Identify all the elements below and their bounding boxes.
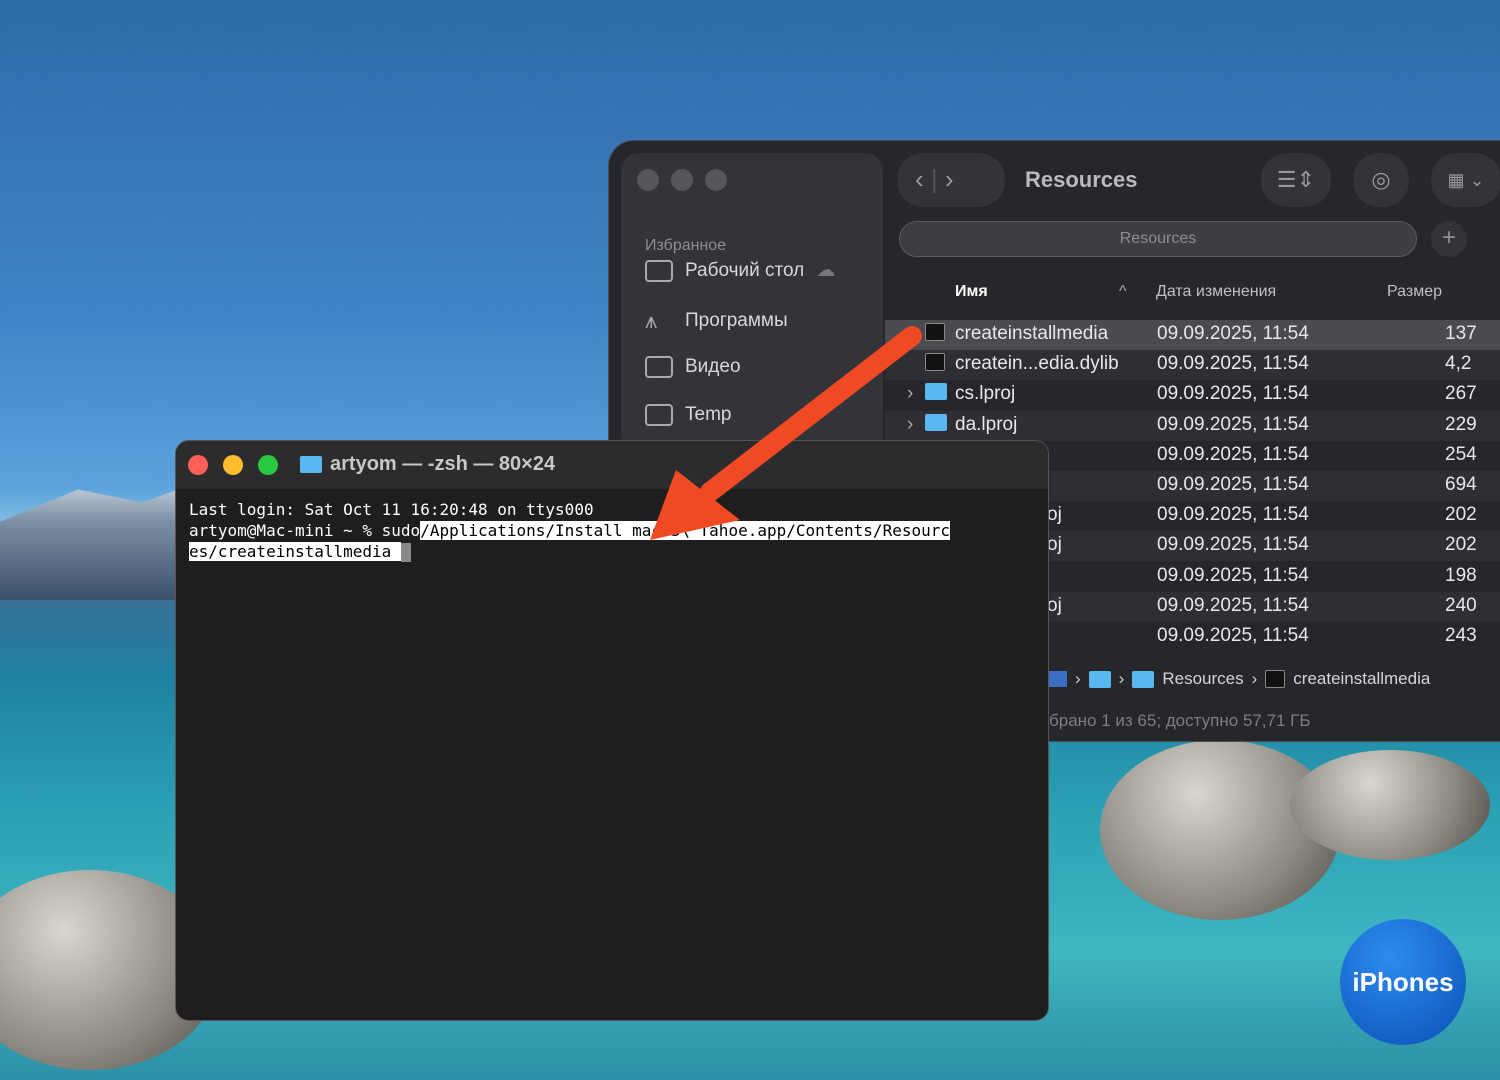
iphones-watermark: iPhones: [1340, 919, 1466, 1045]
arrow-annotation: [650, 326, 922, 540]
